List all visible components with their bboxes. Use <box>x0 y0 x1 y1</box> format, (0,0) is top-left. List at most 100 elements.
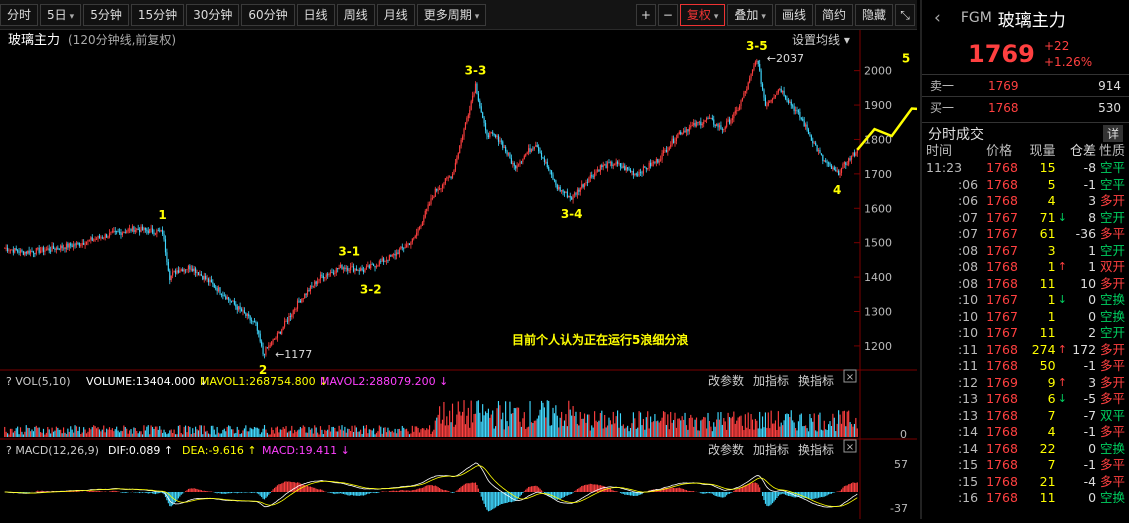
volume-bar <box>425 430 426 437</box>
candle-body <box>146 230 147 231</box>
toolbar-right-4[interactable]: 画线 <box>775 4 813 26</box>
period-button-4[interactable]: 30分钟 <box>186 4 239 26</box>
candle-body <box>26 252 27 253</box>
period-button-1[interactable]: 5日▾ <box>40 4 81 26</box>
period-button-8[interactable]: 月线 <box>377 4 415 26</box>
macd-bar <box>287 482 288 492</box>
macd-bar <box>587 485 588 492</box>
volume-bar <box>189 427 190 437</box>
candle-body <box>204 276 205 279</box>
candle-body <box>591 175 592 176</box>
macd-bar <box>610 489 611 492</box>
menu-chevron-icon[interactable]: ‹ <box>934 8 941 28</box>
period-button-2[interactable]: 5分钟 <box>83 4 129 26</box>
candle-body <box>653 162 654 163</box>
period-button-9[interactable]: 更多周期▾ <box>417 4 487 26</box>
period-button-3[interactable]: 15分钟 <box>131 4 184 26</box>
arrow-down-icon <box>1056 193 1070 210</box>
vol-op-1[interactable]: 加指标 <box>753 373 789 388</box>
volume-bar <box>291 426 292 437</box>
macd-bar <box>529 487 530 492</box>
candle-body <box>119 232 120 233</box>
macd-bar <box>171 492 172 506</box>
toolbar-right-0[interactable]: + <box>636 4 656 26</box>
arrow-down-icon: ↓ <box>1056 210 1070 227</box>
macd-bar <box>577 489 578 492</box>
volume-bar <box>390 432 391 437</box>
period-button-7[interactable]: 周线 <box>337 4 375 26</box>
macd-bar <box>606 488 607 492</box>
macd-bar <box>540 489 541 492</box>
toolbar-right-5[interactable]: 简约 <box>815 4 853 26</box>
volume-bar <box>4 427 5 437</box>
candle-body <box>463 129 464 137</box>
period-button-6[interactable]: 日线 <box>297 4 335 26</box>
candle-body <box>176 270 177 274</box>
vol-op-0[interactable]: 改参数 <box>708 373 744 388</box>
candle-body <box>52 246 53 251</box>
macd-bar <box>815 492 816 498</box>
macd-bar <box>674 488 675 492</box>
macd-bar <box>262 492 263 499</box>
volume-bar <box>241 433 242 437</box>
macd-bar <box>372 492 373 493</box>
toolbar-right-6[interactable]: 隐藏 <box>855 4 893 26</box>
candle-body <box>254 321 255 322</box>
candle-body <box>634 174 635 176</box>
volume-bar <box>825 429 826 437</box>
chart-svg[interactable]: 玻璃主力(120分钟线,前复权)设置均线 ▾200019001800170016… <box>0 30 917 519</box>
collapse-icon[interactable]: ⤡ <box>895 4 915 26</box>
macd-bar <box>318 490 319 492</box>
volume-bar <box>682 416 683 437</box>
macd-op-1[interactable]: 加指标 <box>753 442 789 457</box>
volume-bar <box>43 429 44 437</box>
macd-bar <box>227 492 228 493</box>
volume-bar <box>123 426 124 437</box>
volume-bar <box>366 425 367 437</box>
volume-bar <box>420 429 421 437</box>
volume-bar <box>172 433 173 437</box>
candle-body <box>499 141 500 142</box>
volume-bar <box>297 430 298 437</box>
macd-bar <box>817 492 818 498</box>
ma-settings[interactable]: 设置均线 ▾ <box>792 33 850 47</box>
macd-bar <box>561 492 562 498</box>
volume-bar <box>99 429 100 437</box>
candle-body <box>508 153 509 154</box>
macd-bar <box>452 492 453 493</box>
ask-label: 卖一 <box>930 77 988 94</box>
candle-body <box>44 250 45 252</box>
tick-oi-change: -1 <box>1069 457 1096 474</box>
volume-bar <box>601 411 602 437</box>
toolbar-right-3[interactable]: 叠加▾ <box>727 4 773 26</box>
macd-bar <box>484 492 485 504</box>
period-button-0[interactable]: 分时 <box>0 4 38 26</box>
candle-body <box>350 267 351 270</box>
macd-bar <box>99 491 100 492</box>
tick-type: 空换 <box>1096 292 1125 309</box>
tick-row: :1217699↑3多开 <box>922 375 1129 392</box>
macd-bar <box>181 492 182 495</box>
macd-bar <box>584 485 585 492</box>
volume-bar <box>519 422 520 437</box>
period-button-5[interactable]: 60分钟 <box>241 4 294 26</box>
kline-chart[interactable]: 玻璃主力(120分钟线,前复权)设置均线 ▾200019001800170016… <box>0 30 917 519</box>
arrow-down-icon <box>1056 177 1070 194</box>
macd-bar <box>766 492 767 506</box>
macd-bar <box>680 488 681 492</box>
macd-bar <box>753 483 754 492</box>
toolbar-right-1[interactable]: − <box>658 4 678 26</box>
ticks-list[interactable]: 11:23176815-8空平:0617685-1空平:06176843多开:0… <box>922 160 1129 507</box>
ticks-detail-button[interactable]: 详 <box>1103 125 1123 142</box>
vol-op-2[interactable]: 换指标 <box>798 373 834 388</box>
candle-body <box>413 238 414 239</box>
tick-time: :13 <box>926 391 986 408</box>
toolbar-right-2[interactable]: 复权▾ <box>680 4 726 26</box>
macd-op-0[interactable]: 改参数 <box>708 442 744 457</box>
volume-bar <box>247 431 248 437</box>
macd-bar <box>351 492 352 495</box>
macd-bar <box>306 486 307 492</box>
candle-body <box>399 249 400 254</box>
macd-op-2[interactable]: 换指标 <box>798 442 834 457</box>
macd-bar <box>159 492 160 493</box>
